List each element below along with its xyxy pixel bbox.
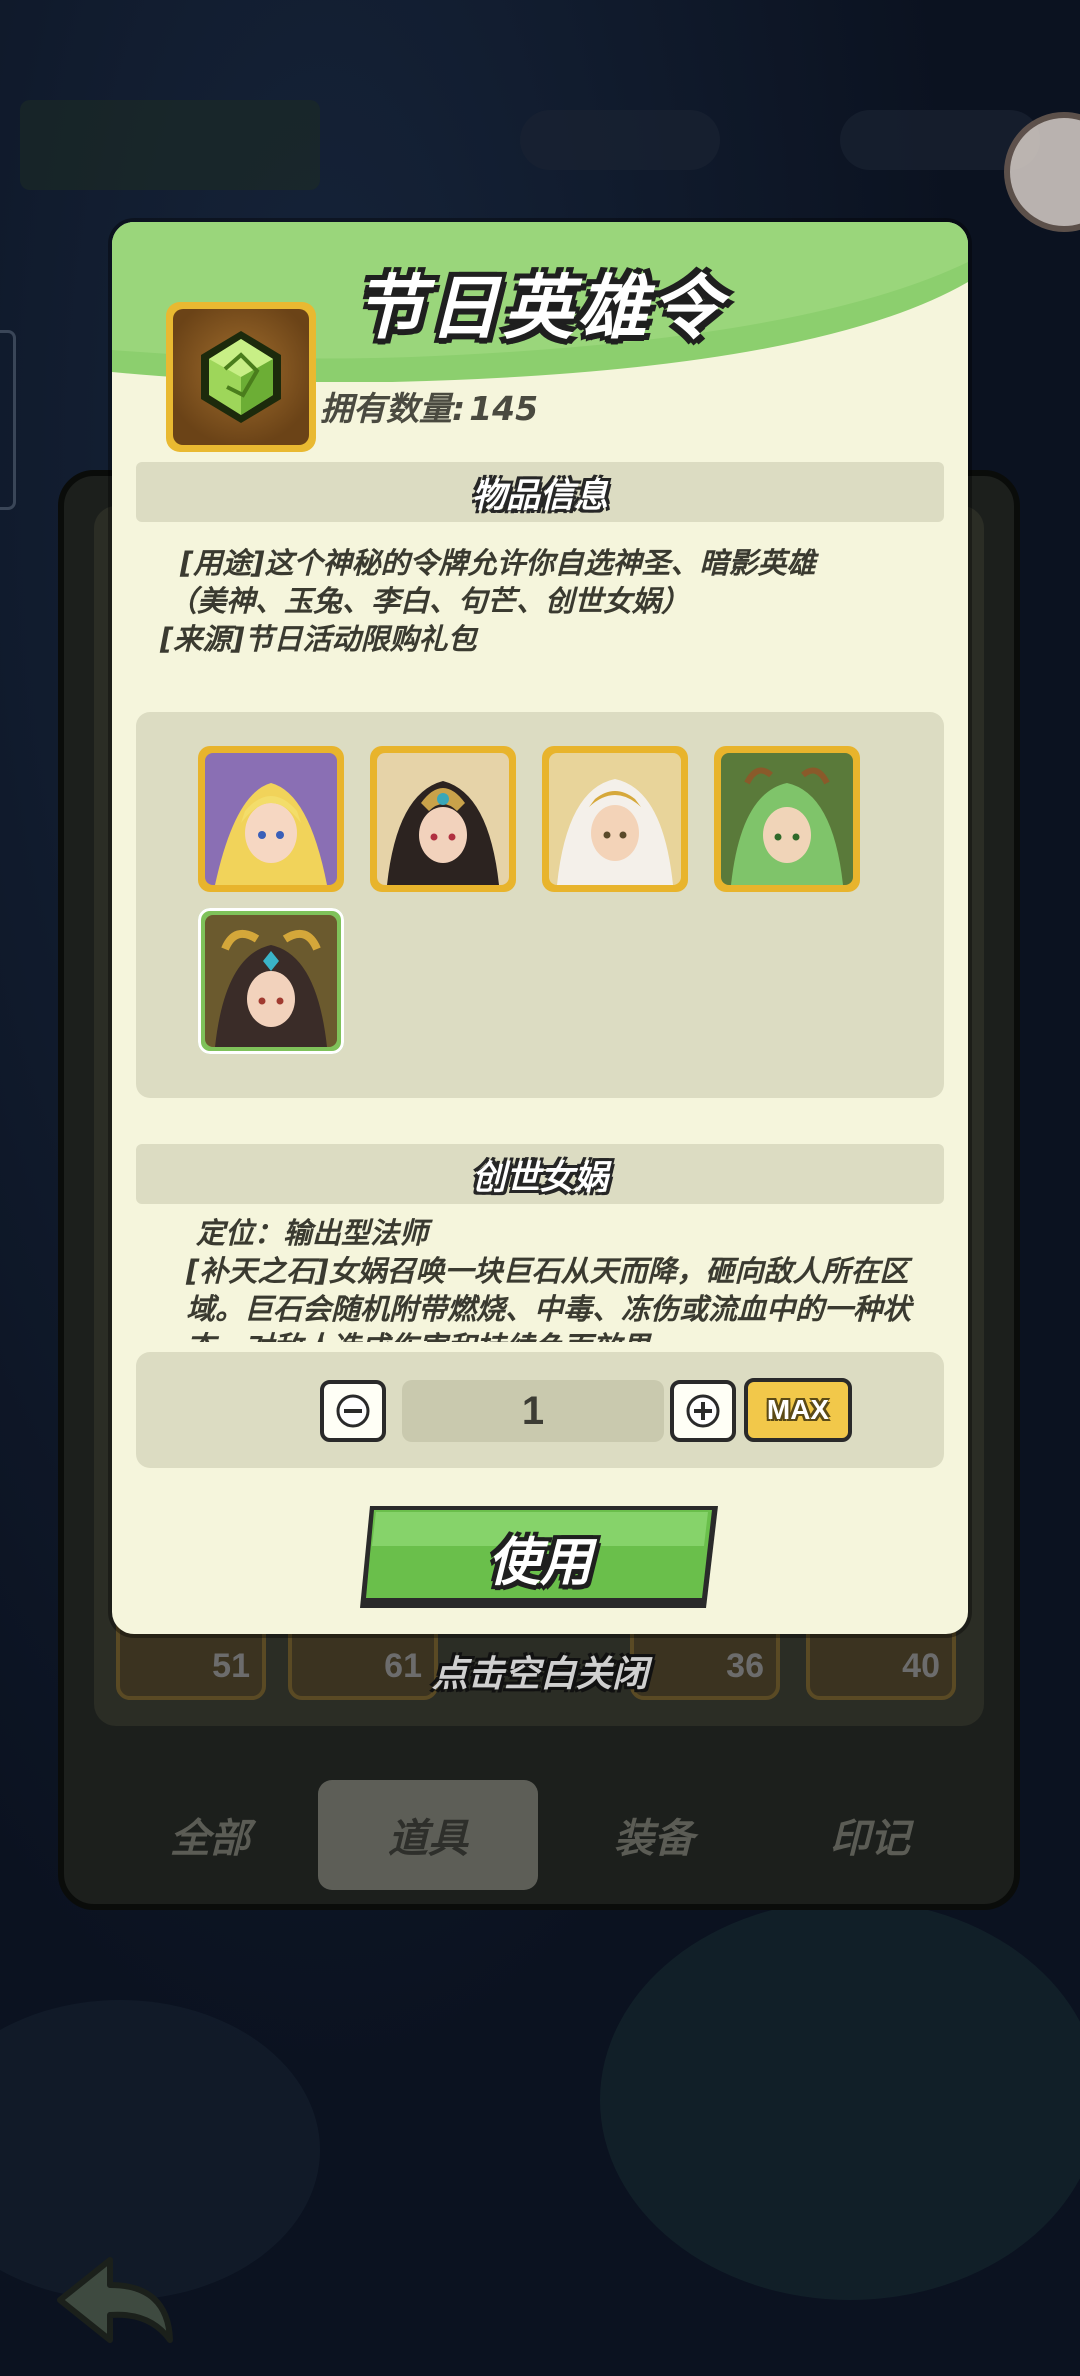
max-button[interactable]: MAX: [744, 1378, 852, 1442]
side-card: [0, 330, 16, 510]
decrease-button[interactable]: [320, 1380, 386, 1442]
hero-portrait-nuwa: [205, 915, 337, 1047]
increase-button[interactable]: [670, 1380, 736, 1442]
tab-marks[interactable]: 印记: [760, 1780, 980, 1890]
hero-portrait-goumang: [721, 753, 853, 885]
quantity-input[interactable]: 1: [402, 1380, 664, 1442]
hero-option-yutu[interactable]: [370, 746, 516, 892]
item-description: [用途]这个神秘的令牌允许你自选神圣、暗影英雄 （美神、玉兔、李白、句芒、创世女…: [160, 546, 816, 656]
use-button[interactable]: 使用: [356, 1502, 724, 1612]
selected-hero-header: 创世女娲: [136, 1144, 944, 1204]
quantity-panel: 1 MAX: [136, 1352, 944, 1468]
tab-equipment[interactable]: 装备: [544, 1780, 764, 1890]
tab-all[interactable]: 全部: [100, 1780, 320, 1890]
item-icon: [166, 302, 316, 452]
player-info-bar: [20, 100, 320, 190]
hero-option-goumang[interactable]: [714, 746, 860, 892]
hero-portrait-yutu: [377, 753, 509, 885]
green-gem-token-icon: [201, 331, 281, 423]
hero-portrait-meishen: [205, 753, 337, 885]
owned-count: 拥有数量: 145: [320, 389, 539, 428]
minus-icon: [336, 1394, 370, 1428]
item-detail-dialog: 节日英雄令 拥有数量: 145 物品信息 [用途]这个神秘的令牌允许你自选神圣、暗…: [112, 222, 968, 1634]
resource-pill: [520, 110, 720, 170]
tab-items[interactable]: 道具: [318, 1780, 538, 1890]
inventory-tabs: 全部 道具 装备 印记: [100, 1770, 980, 1890]
selected-hero-description: 定位：输出型法师 [补天之石]女娲召唤一块巨石从天而降，砸向敌人所在区域。巨石会…: [186, 1216, 912, 1342]
hero-portrait-libai: [549, 753, 681, 885]
hero-option-nuwa[interactable]: [198, 908, 344, 1054]
hero-selection-panel: [136, 712, 944, 1098]
hero-option-meishen[interactable]: [198, 746, 344, 892]
back-arrow-icon[interactable]: [50, 2250, 180, 2350]
close-hint[interactable]: 点击空白关闭: [0, 1645, 1080, 1697]
hero-option-libai[interactable]: [542, 746, 688, 892]
plus-icon: [686, 1394, 720, 1428]
item-info-header: 物品信息: [136, 462, 944, 522]
